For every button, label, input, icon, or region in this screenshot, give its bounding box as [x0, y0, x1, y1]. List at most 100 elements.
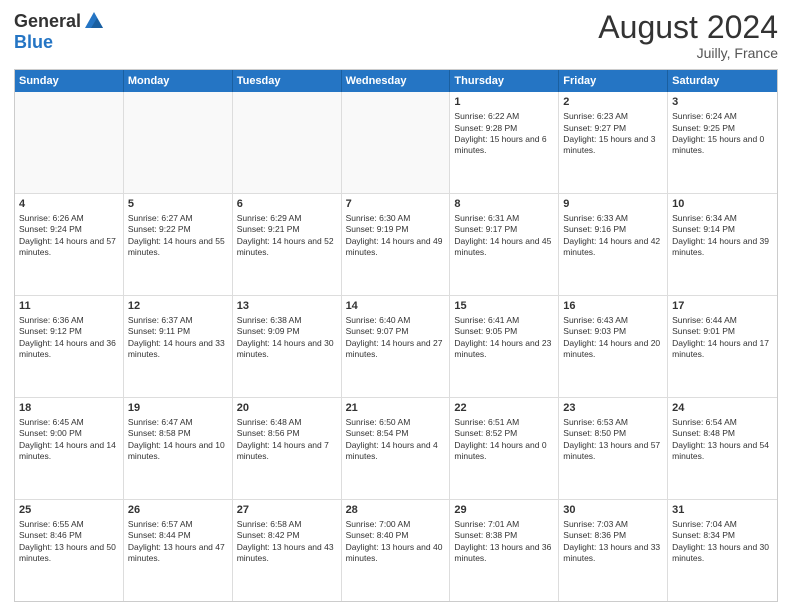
logo-general-text: General: [14, 11, 81, 32]
cell-w0-d5: 2Sunrise: 6:23 AM Sunset: 9:27 PM Daylig…: [559, 92, 668, 193]
cell-w4-d6: 31Sunrise: 7:04 AM Sunset: 8:34 PM Dayli…: [668, 500, 777, 601]
day-number-13: 13: [237, 299, 337, 314]
cell-info-5: Sunrise: 6:27 AM Sunset: 9:22 PM Dayligh…: [128, 213, 228, 259]
cell-w0-d6: 3Sunrise: 6:24 AM Sunset: 9:25 PM Daylig…: [668, 92, 777, 193]
day-number-16: 16: [563, 299, 663, 314]
day-number-14: 14: [346, 299, 446, 314]
cell-w1-d0: 4Sunrise: 6:26 AM Sunset: 9:24 PM Daylig…: [15, 194, 124, 295]
day-number-12: 12: [128, 299, 228, 314]
month-title: August 2024: [598, 10, 778, 45]
cell-info-7: Sunrise: 6:30 AM Sunset: 9:19 PM Dayligh…: [346, 213, 446, 259]
cell-w3-d3: 21Sunrise: 6:50 AM Sunset: 8:54 PM Dayli…: [342, 398, 451, 499]
cell-w4-d1: 26Sunrise: 6:57 AM Sunset: 8:44 PM Dayli…: [124, 500, 233, 601]
cell-info-28: Sunrise: 7:00 AM Sunset: 8:40 PM Dayligh…: [346, 519, 446, 565]
week-row-4: 25Sunrise: 6:55 AM Sunset: 8:46 PM Dayli…: [15, 500, 777, 601]
logo: General Blue: [14, 10, 105, 53]
day-number-20: 20: [237, 401, 337, 416]
cell-info-9: Sunrise: 6:33 AM Sunset: 9:16 PM Dayligh…: [563, 213, 663, 259]
cell-w2-d4: 15Sunrise: 6:41 AM Sunset: 9:05 PM Dayli…: [450, 296, 559, 397]
week-row-2: 11Sunrise: 6:36 AM Sunset: 9:12 PM Dayli…: [15, 296, 777, 398]
cell-w4-d5: 30Sunrise: 7:03 AM Sunset: 8:36 PM Dayli…: [559, 500, 668, 601]
cell-info-17: Sunrise: 6:44 AM Sunset: 9:01 PM Dayligh…: [672, 315, 773, 361]
cell-w1-d2: 6Sunrise: 6:29 AM Sunset: 9:21 PM Daylig…: [233, 194, 342, 295]
cell-w0-d2: [233, 92, 342, 193]
day-number-3: 3: [672, 95, 773, 110]
logo-icon: [83, 10, 105, 32]
day-number-28: 28: [346, 503, 446, 518]
cell-info-1: Sunrise: 6:22 AM Sunset: 9:28 PM Dayligh…: [454, 111, 554, 157]
week-row-3: 18Sunrise: 6:45 AM Sunset: 9:00 PM Dayli…: [15, 398, 777, 500]
cell-info-23: Sunrise: 6:53 AM Sunset: 8:50 PM Dayligh…: [563, 417, 663, 463]
day-number-29: 29: [454, 503, 554, 518]
cell-info-25: Sunrise: 6:55 AM Sunset: 8:46 PM Dayligh…: [19, 519, 119, 565]
day-number-9: 9: [563, 197, 663, 212]
calendar-body: 1Sunrise: 6:22 AM Sunset: 9:28 PM Daylig…: [15, 92, 777, 601]
cell-w1-d3: 7Sunrise: 6:30 AM Sunset: 9:19 PM Daylig…: [342, 194, 451, 295]
cell-info-27: Sunrise: 6:58 AM Sunset: 8:42 PM Dayligh…: [237, 519, 337, 565]
week-row-0: 1Sunrise: 6:22 AM Sunset: 9:28 PM Daylig…: [15, 92, 777, 194]
day-number-6: 6: [237, 197, 337, 212]
header-monday: Monday: [124, 70, 233, 92]
header-wednesday: Wednesday: [342, 70, 451, 92]
cell-w2-d1: 12Sunrise: 6:37 AM Sunset: 9:11 PM Dayli…: [124, 296, 233, 397]
day-number-25: 25: [19, 503, 119, 518]
cell-w2-d3: 14Sunrise: 6:40 AM Sunset: 9:07 PM Dayli…: [342, 296, 451, 397]
day-number-26: 26: [128, 503, 228, 518]
cell-w3-d0: 18Sunrise: 6:45 AM Sunset: 9:00 PM Dayli…: [15, 398, 124, 499]
day-number-21: 21: [346, 401, 446, 416]
location: Juilly, France: [598, 45, 778, 61]
cell-w0-d4: 1Sunrise: 6:22 AM Sunset: 9:28 PM Daylig…: [450, 92, 559, 193]
header-tuesday: Tuesday: [233, 70, 342, 92]
day-number-8: 8: [454, 197, 554, 212]
cell-w0-d3: [342, 92, 451, 193]
week-row-1: 4Sunrise: 6:26 AM Sunset: 9:24 PM Daylig…: [15, 194, 777, 296]
cell-w1-d4: 8Sunrise: 6:31 AM Sunset: 9:17 PM Daylig…: [450, 194, 559, 295]
cell-w3-d6: 24Sunrise: 6:54 AM Sunset: 8:48 PM Dayli…: [668, 398, 777, 499]
cell-w2-d2: 13Sunrise: 6:38 AM Sunset: 9:09 PM Dayli…: [233, 296, 342, 397]
cell-w3-d1: 19Sunrise: 6:47 AM Sunset: 8:58 PM Dayli…: [124, 398, 233, 499]
cell-w2-d6: 17Sunrise: 6:44 AM Sunset: 9:01 PM Dayli…: [668, 296, 777, 397]
cell-info-2: Sunrise: 6:23 AM Sunset: 9:27 PM Dayligh…: [563, 111, 663, 157]
day-number-23: 23: [563, 401, 663, 416]
cell-info-3: Sunrise: 6:24 AM Sunset: 9:25 PM Dayligh…: [672, 111, 773, 157]
cell-w3-d4: 22Sunrise: 6:51 AM Sunset: 8:52 PM Dayli…: [450, 398, 559, 499]
header-thursday: Thursday: [450, 70, 559, 92]
calendar-header: Sunday Monday Tuesday Wednesday Thursday…: [15, 70, 777, 92]
cell-w1-d5: 9Sunrise: 6:33 AM Sunset: 9:16 PM Daylig…: [559, 194, 668, 295]
day-number-31: 31: [672, 503, 773, 518]
title-area: August 2024 Juilly, France: [598, 10, 778, 61]
cell-w3-d2: 20Sunrise: 6:48 AM Sunset: 8:56 PM Dayli…: [233, 398, 342, 499]
cell-w4-d4: 29Sunrise: 7:01 AM Sunset: 8:38 PM Dayli…: [450, 500, 559, 601]
day-number-10: 10: [672, 197, 773, 212]
cell-info-13: Sunrise: 6:38 AM Sunset: 9:09 PM Dayligh…: [237, 315, 337, 361]
cell-info-10: Sunrise: 6:34 AM Sunset: 9:14 PM Dayligh…: [672, 213, 773, 259]
cell-info-31: Sunrise: 7:04 AM Sunset: 8:34 PM Dayligh…: [672, 519, 773, 565]
day-number-30: 30: [563, 503, 663, 518]
cell-w1-d1: 5Sunrise: 6:27 AM Sunset: 9:22 PM Daylig…: [124, 194, 233, 295]
cell-info-4: Sunrise: 6:26 AM Sunset: 9:24 PM Dayligh…: [19, 213, 119, 259]
day-number-4: 4: [19, 197, 119, 212]
cell-info-16: Sunrise: 6:43 AM Sunset: 9:03 PM Dayligh…: [563, 315, 663, 361]
day-number-2: 2: [563, 95, 663, 110]
cell-w4-d0: 25Sunrise: 6:55 AM Sunset: 8:46 PM Dayli…: [15, 500, 124, 601]
logo-blue-text: Blue: [14, 32, 53, 53]
page: General Blue August 2024 Juilly, France …: [0, 0, 792, 612]
day-number-7: 7: [346, 197, 446, 212]
cell-w0-d0: [15, 92, 124, 193]
day-number-27: 27: [237, 503, 337, 518]
cell-info-26: Sunrise: 6:57 AM Sunset: 8:44 PM Dayligh…: [128, 519, 228, 565]
cell-w4-d3: 28Sunrise: 7:00 AM Sunset: 8:40 PM Dayli…: [342, 500, 451, 601]
day-number-22: 22: [454, 401, 554, 416]
day-number-19: 19: [128, 401, 228, 416]
day-number-1: 1: [454, 95, 554, 110]
cell-w2-d5: 16Sunrise: 6:43 AM Sunset: 9:03 PM Dayli…: [559, 296, 668, 397]
cell-info-30: Sunrise: 7:03 AM Sunset: 8:36 PM Dayligh…: [563, 519, 663, 565]
calendar: Sunday Monday Tuesday Wednesday Thursday…: [14, 69, 778, 602]
day-number-18: 18: [19, 401, 119, 416]
day-number-5: 5: [128, 197, 228, 212]
cell-w3-d5: 23Sunrise: 6:53 AM Sunset: 8:50 PM Dayli…: [559, 398, 668, 499]
cell-info-20: Sunrise: 6:48 AM Sunset: 8:56 PM Dayligh…: [237, 417, 337, 463]
cell-info-18: Sunrise: 6:45 AM Sunset: 9:00 PM Dayligh…: [19, 417, 119, 463]
header-sunday: Sunday: [15, 70, 124, 92]
cell-info-8: Sunrise: 6:31 AM Sunset: 9:17 PM Dayligh…: [454, 213, 554, 259]
